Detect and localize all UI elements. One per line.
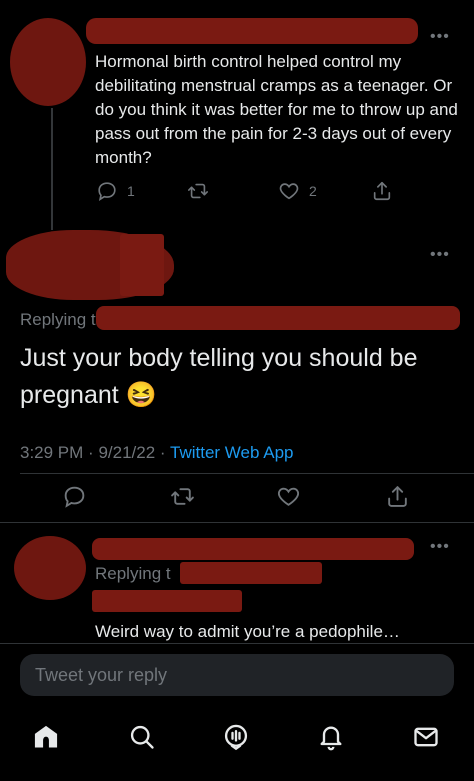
author-name-redaction <box>86 18 418 44</box>
retweet-icon <box>171 488 194 505</box>
reply-placeholder: Tweet your reply <box>35 665 168 685</box>
like-icon <box>277 487 300 506</box>
like-button[interactable]: 2 <box>278 180 317 202</box>
share-button[interactable] <box>371 180 393 202</box>
divider <box>0 522 474 523</box>
tab-home[interactable] <box>31 722 61 752</box>
reply-icon <box>98 182 116 201</box>
more-options-button[interactable]: ••• <box>430 28 450 46</box>
tab-spaces[interactable] <box>221 722 251 752</box>
replying-to-label: Replying to <box>20 310 106 329</box>
meta-separator: · <box>88 443 94 462</box>
tab-messages[interactable] <box>411 722 441 752</box>
replying-to-handle-redaction[interactable] <box>92 590 242 612</box>
avatar[interactable] <box>10 18 86 106</box>
replying-to-handle-redaction[interactable] <box>96 306 460 330</box>
retweet-icon <box>188 183 208 199</box>
spaces-icon <box>224 724 248 751</box>
tab-notifications[interactable] <box>316 722 346 752</box>
like-count: 2 <box>309 183 317 199</box>
like-icon <box>279 183 299 200</box>
tweet-date: 9/21/22 <box>98 443 156 462</box>
thread-line <box>51 108 53 230</box>
reply-icon <box>64 486 85 508</box>
divider <box>0 643 474 644</box>
share-icon <box>373 181 391 201</box>
author-name-redaction <box>120 234 164 296</box>
tweet-text: Just your body telling you should be pre… <box>20 344 418 409</box>
replying-to-handle-redaction[interactable] <box>180 562 322 584</box>
tweet-time: 3:29 PM <box>20 443 84 462</box>
tweet-source-link[interactable]: Twitter Web App <box>170 443 293 462</box>
tweet-metadata: 3:29 PM · 9/21/22 · Twitter Web App <box>20 443 293 463</box>
like-button[interactable] <box>276 484 301 509</box>
home-icon <box>34 725 58 748</box>
notifications-icon <box>320 726 342 751</box>
retweet-button[interactable] <box>169 484 196 509</box>
tab-search[interactable] <box>127 722 157 752</box>
tweet-text: Hormonal birth control helped control my… <box>95 52 458 167</box>
messages-icon <box>414 727 438 747</box>
replying-to-label: Replying t <box>95 564 171 583</box>
reply-count: 1 <box>127 183 135 199</box>
author-name-redaction <box>92 538 414 560</box>
tweet-text: Weird way to admit you’re a pedophile… <box>95 622 400 641</box>
reply-button[interactable] <box>62 484 87 509</box>
reply-button[interactable]: 1 <box>96 180 135 202</box>
meta-separator: · <box>159 443 166 462</box>
avatar[interactable] <box>14 536 86 600</box>
search-icon <box>130 725 154 749</box>
reply-composer[interactable]: Tweet your reply <box>20 654 454 696</box>
share-button[interactable] <box>385 484 410 509</box>
divider <box>20 473 474 474</box>
more-options-button[interactable]: ••• <box>430 246 450 264</box>
more-options-button[interactable]: ••• <box>430 538 450 556</box>
share-icon <box>388 486 407 507</box>
retweet-button[interactable] <box>186 180 210 202</box>
